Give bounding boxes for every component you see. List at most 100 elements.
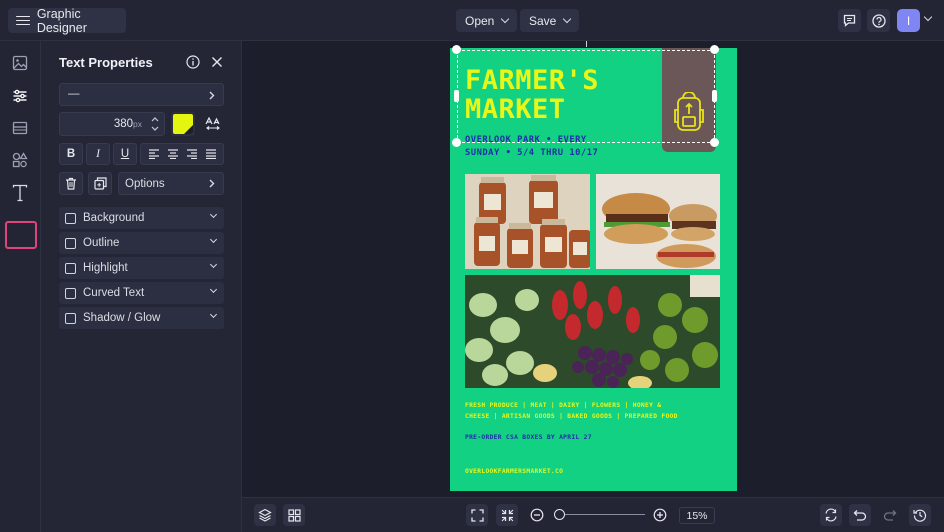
selection-box [457, 50, 715, 143]
rail-text-button[interactable] [9, 182, 31, 204]
refresh-button[interactable] [820, 504, 842, 526]
underline-button[interactable]: U [113, 143, 137, 165]
effect-label: Background [83, 212, 145, 224]
layout-icon [12, 121, 28, 135]
close-icon[interactable] [211, 56, 223, 68]
rail-layout-button[interactable] [9, 117, 31, 139]
effect-row-curved-text[interactable]: Curved Text [59, 282, 224, 304]
chevron-down-icon [209, 210, 218, 219]
poster-subtitle-line: SUNDAY • 5/4 THRU 10/17 [465, 148, 599, 158]
poster-preorder-text[interactable]: PRE-ORDER CSA BOXES BY APRIL 27 [465, 432, 592, 443]
effect-label: Highlight [83, 262, 128, 274]
checkbox[interactable] [65, 287, 76, 299]
avatar-initial: I [906, 13, 911, 28]
photo-produce[interactable] [465, 275, 720, 388]
zoom-slider-thumb[interactable] [553, 509, 565, 520]
bottom-toolbar: 15% [242, 497, 944, 532]
chevron-down-icon [209, 260, 218, 269]
checkbox[interactable] [65, 262, 76, 274]
comment-icon [843, 14, 856, 27]
info-icon[interactable] [186, 55, 200, 69]
tool-rail [0, 41, 41, 532]
text-case-button[interactable] [201, 112, 225, 136]
panel-title: Text Properties [59, 55, 153, 70]
hamburger-icon [16, 15, 30, 26]
resize-handle[interactable] [710, 138, 719, 147]
options-button[interactable]: Options [118, 172, 224, 195]
bold-button[interactable]: B [59, 143, 83, 165]
align-center-icon[interactable] [167, 149, 179, 159]
text-properties-panel: Text Properties — 380px B I U Options Ba… [41, 41, 242, 532]
undo-button[interactable] [849, 504, 871, 526]
top-bar: Graphic Designer Open Save I [0, 0, 944, 41]
resize-handle[interactable] [710, 45, 719, 54]
side-handle[interactable] [712, 90, 717, 102]
zoom-slider-track[interactable] [554, 514, 645, 515]
checkbox[interactable] [65, 237, 76, 249]
rail-graphics-button[interactable] [9, 149, 31, 171]
redo-button[interactable] [879, 504, 901, 526]
align-left-icon[interactable] [148, 149, 160, 159]
side-handle[interactable] [454, 90, 459, 102]
layers-button[interactable] [254, 504, 276, 526]
expand-icon [470, 508, 484, 522]
poster-products-line: CHEESE | ARTISAN GOODS | BAKED GOODS | P… [465, 413, 678, 420]
italic-button[interactable]: I [86, 143, 110, 165]
stepper-down-icon[interactable] [151, 126, 159, 132]
chevron-down-icon [563, 14, 572, 24]
rotate-handle-line[interactable] [586, 41, 587, 47]
effect-row-outline[interactable]: Outline [59, 232, 224, 254]
checkbox[interactable] [65, 312, 76, 324]
save-dropdown[interactable]: Save [520, 9, 580, 32]
grid-button[interactable] [283, 504, 305, 526]
align-justify-icon[interactable] [205, 149, 217, 159]
poster-products-text[interactable]: FRESH PRODUCE | MEAT | DAIRY | FLOWERS |… [465, 400, 678, 422]
chevron-down-icon [209, 285, 218, 294]
zoom-in-icon[interactable] [653, 508, 667, 522]
zoom-out-icon[interactable] [530, 508, 544, 522]
checkbox[interactable] [65, 212, 76, 224]
font-select[interactable]: — [59, 83, 224, 106]
resize-handle[interactable] [452, 45, 461, 54]
effect-row-background[interactable]: Background [59, 207, 224, 229]
sliders-icon [13, 89, 27, 103]
delete-button[interactable] [59, 172, 83, 195]
resize-handle[interactable] [452, 138, 461, 147]
align-right-icon[interactable] [186, 149, 198, 159]
collapse-icon [501, 509, 513, 521]
fit-screen-button[interactable] [466, 504, 488, 526]
poster-website-text[interactable]: OVERLOOKFARMERSMARKET.CO [465, 466, 563, 477]
text-icon [12, 184, 28, 202]
text-color-swatch[interactable] [171, 112, 195, 136]
text-case-icon [205, 117, 220, 130]
photo-burgers[interactable] [596, 174, 720, 269]
burgers-image [596, 174, 720, 269]
duplicate-button[interactable] [88, 172, 112, 195]
duplicate-icon [93, 177, 107, 190]
zoom-level[interactable]: 15% [679, 507, 715, 524]
history-button[interactable] [909, 504, 931, 526]
effect-label: Curved Text [83, 287, 145, 299]
account-chevron-down-icon[interactable] [923, 12, 933, 22]
text-color-fill [173, 114, 193, 134]
comments-button[interactable] [838, 9, 861, 32]
help-icon [871, 13, 886, 28]
shrink-button[interactable] [496, 504, 518, 526]
user-avatar[interactable]: I [897, 9, 920, 32]
effect-row-shadow-glow[interactable]: Shadow / Glow [59, 307, 224, 329]
rail-text-button-selected[interactable] [5, 221, 37, 249]
help-button[interactable] [867, 9, 890, 32]
stepper-up-icon[interactable] [151, 116, 159, 122]
open-dropdown[interactable]: Open [456, 9, 518, 32]
effect-label: Shadow / Glow [83, 312, 161, 324]
effect-row-highlight[interactable]: Highlight [59, 257, 224, 279]
photo-honey-jars[interactable] [465, 174, 590, 269]
rail-images-button[interactable] [9, 52, 31, 74]
honey-jars-image [465, 174, 590, 269]
rail-adjustments-button[interactable] [9, 85, 31, 107]
undo-icon [853, 510, 867, 521]
font-size-value: 380px [113, 118, 142, 130]
font-size-field[interactable]: 380px [59, 112, 165, 136]
redo-icon [883, 510, 897, 521]
app-menu-button[interactable]: Graphic Designer [8, 7, 126, 35]
